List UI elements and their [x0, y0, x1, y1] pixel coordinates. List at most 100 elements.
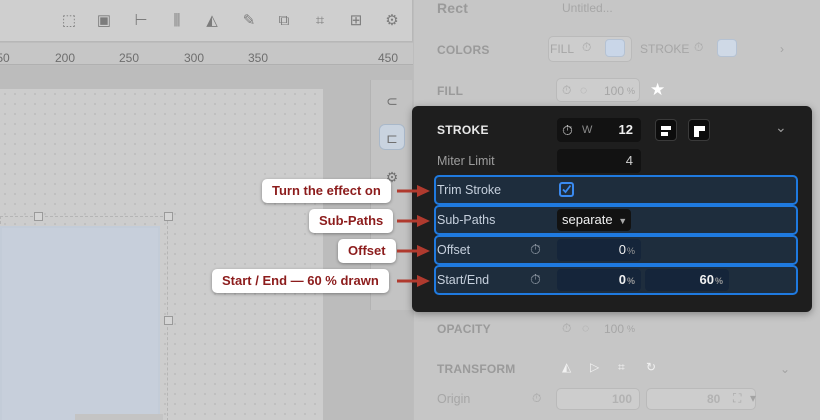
- crop-icon[interactable]: ⌗: [311, 12, 329, 30]
- miter-limit-label: Miter Limit: [437, 154, 495, 168]
- trim-start-field[interactable]: 0%: [557, 269, 641, 291]
- stroke-width-field[interactable]: ⏱ W 12: [557, 118, 641, 142]
- arrange-icon[interactable]: ▣: [95, 12, 113, 30]
- stopwatch-icon: ⏱: [562, 321, 572, 335]
- dropdown-arrow-icon: ▼: [618, 216, 628, 226]
- stroke-title: STROKE: [437, 123, 489, 137]
- colors-fill-label: FILL: [550, 42, 575, 56]
- offset-field[interactable]: 0%: [557, 239, 641, 261]
- trim-end-field[interactable]: 60%: [645, 269, 729, 291]
- canvas-scroll-strip[interactable]: [75, 414, 163, 420]
- width-label: W: [582, 124, 593, 136]
- rotate-icon[interactable]: ↻: [646, 360, 656, 374]
- select-frame-icon[interactable]: ⬚: [60, 12, 78, 30]
- stopwatch-icon[interactable]: ⏱: [694, 40, 703, 55]
- start-end-label: Start/End: [437, 273, 490, 287]
- sub-paths-select[interactable]: separate ▼: [557, 209, 631, 231]
- arrow-right-icon: [397, 185, 430, 197]
- top-toolbar: ⬚ ▣ ⊢ ⫼ ◭ ✎ ⧉ ⌗ ⊞ ⚙: [0, 0, 413, 42]
- unit-label: %: [626, 246, 635, 256]
- unit-label: %: [714, 276, 723, 286]
- miter-limit-field[interactable]: 4: [557, 149, 641, 173]
- transform-section-title: TRANSFORM: [437, 362, 516, 376]
- callout-trim: Turn the effect on: [262, 179, 391, 203]
- chevron-down-icon[interactable]: ⌄: [780, 362, 790, 376]
- origin-label: Origin: [437, 392, 471, 406]
- sub-paths-label: Sub-Paths: [437, 213, 496, 227]
- trim-stroke-checkbox[interactable]: [559, 182, 574, 197]
- magnet-icon[interactable]: ⊂: [379, 88, 405, 114]
- pen-icon[interactable]: ✎: [240, 12, 258, 30]
- chevron-down-icon[interactable]: ⌄: [775, 119, 787, 136]
- align-left-icon[interactable]: ⊢: [132, 12, 150, 30]
- opacity-section-title: OPACITY: [437, 322, 491, 336]
- trim-stroke-row[interactable]: Trim Stroke: [434, 175, 798, 205]
- arrow-right-icon: [397, 275, 430, 287]
- snap-grid-icon[interactable]: ⊏: [379, 124, 405, 150]
- callout-subpaths: Sub-Paths: [309, 209, 394, 233]
- sub-paths-row: Sub-Paths separate ▼: [434, 205, 798, 235]
- drop-icon: ◌: [582, 321, 590, 335]
- align-center-icon[interactable]: ⫼: [168, 12, 186, 30]
- offset-label: Offset: [437, 243, 471, 257]
- offset-value: 0: [618, 242, 626, 257]
- unit-label: %: [627, 324, 636, 334]
- anchor-icon[interactable]: ⛶: [733, 391, 741, 406]
- ruler-label: 250: [118, 51, 140, 65]
- start-end-row: Start/End ⏱ 0% 60%: [434, 265, 798, 295]
- colors-stroke-label: STROKE: [640, 42, 690, 56]
- chevron-right-icon[interactable]: ›: [780, 42, 784, 56]
- callout-start-end: Start / End — 60 % drawn: [212, 269, 389, 293]
- callout-offset: Offset: [338, 239, 396, 263]
- trim-end-value: 60: [699, 272, 714, 287]
- unit-label: %: [626, 276, 635, 286]
- ruler-label: 200: [54, 51, 76, 65]
- stroke-join-icon[interactable]: [688, 119, 710, 141]
- stopwatch-icon[interactable]: ⏱: [582, 40, 591, 55]
- opacity-value[interactable]: 100: [604, 322, 624, 336]
- arrow-right-icon: [397, 245, 430, 257]
- selected-rectangle[interactable]: [0, 226, 160, 420]
- stopwatch-icon: ⏱: [562, 83, 572, 97]
- stroke-popover: STROKE ⏱ W 12 ⌄ Miter Limit 4 Trim Strok…: [412, 106, 812, 312]
- ruler-label: 450: [377, 51, 399, 65]
- stroke-cap-icon[interactable]: [655, 119, 677, 141]
- sub-paths-value: separate: [562, 212, 613, 227]
- flip-icon[interactable]: ◭: [203, 12, 221, 30]
- unit-label: %: [627, 86, 636, 96]
- stroke-color-swatch[interactable]: [717, 39, 737, 57]
- flip-horizontal-icon[interactable]: ◭: [562, 360, 571, 374]
- star-icon[interactable]: ★: [650, 80, 665, 100]
- resize-handle[interactable]: [34, 212, 43, 221]
- group-icon[interactable]: ⊞: [347, 12, 365, 30]
- stopwatch-icon[interactable]: ⏱: [562, 118, 573, 142]
- crop-icon[interactable]: ⌗: [618, 360, 625, 375]
- resize-handle[interactable]: [164, 212, 173, 221]
- trim-stroke-label: Trim Stroke: [437, 183, 502, 197]
- stroke-width-value: 12: [618, 122, 633, 137]
- flip-vertical-icon[interactable]: ▷: [590, 360, 599, 374]
- object-title-input[interactable]: Untitled...: [562, 1, 613, 15]
- stopwatch-icon[interactable]: ⏱: [530, 241, 541, 258]
- ruler-label: 350: [247, 51, 269, 65]
- horizontal-ruler: 50 200 250 300 350 450: [0, 43, 413, 65]
- settings-gear-icon[interactable]: ⚙: [383, 12, 401, 30]
- resize-handle[interactable]: [164, 316, 173, 325]
- chevron-down-icon[interactable]: ▾: [750, 391, 756, 405]
- drop-icon: ◌: [580, 83, 588, 97]
- duplicate-icon[interactable]: ⧉: [275, 12, 293, 30]
- offset-row: Offset ⏱ 0%: [434, 235, 798, 265]
- stopwatch-icon[interactable]: ⏱: [532, 391, 541, 406]
- object-name: Rect: [437, 0, 469, 16]
- fill-section-title: FILL: [437, 84, 464, 98]
- arrow-right-icon: [397, 215, 430, 227]
- origin-x-value: 100: [612, 392, 633, 406]
- ruler-label: 50: [0, 51, 10, 65]
- editor-screen: ⬚ ▣ ⊢ ⫼ ◭ ✎ ⧉ ⌗ ⊞ ⚙ 50 200 250 300 350 4…: [0, 0, 820, 420]
- checkmark-icon: [562, 184, 572, 194]
- miter-limit-value: 4: [625, 153, 633, 168]
- fill-opacity-value: 100: [604, 84, 625, 98]
- fill-color-swatch[interactable]: [605, 39, 625, 57]
- stopwatch-icon[interactable]: ⏱: [530, 271, 541, 288]
- origin-y-value: 80: [707, 392, 721, 406]
